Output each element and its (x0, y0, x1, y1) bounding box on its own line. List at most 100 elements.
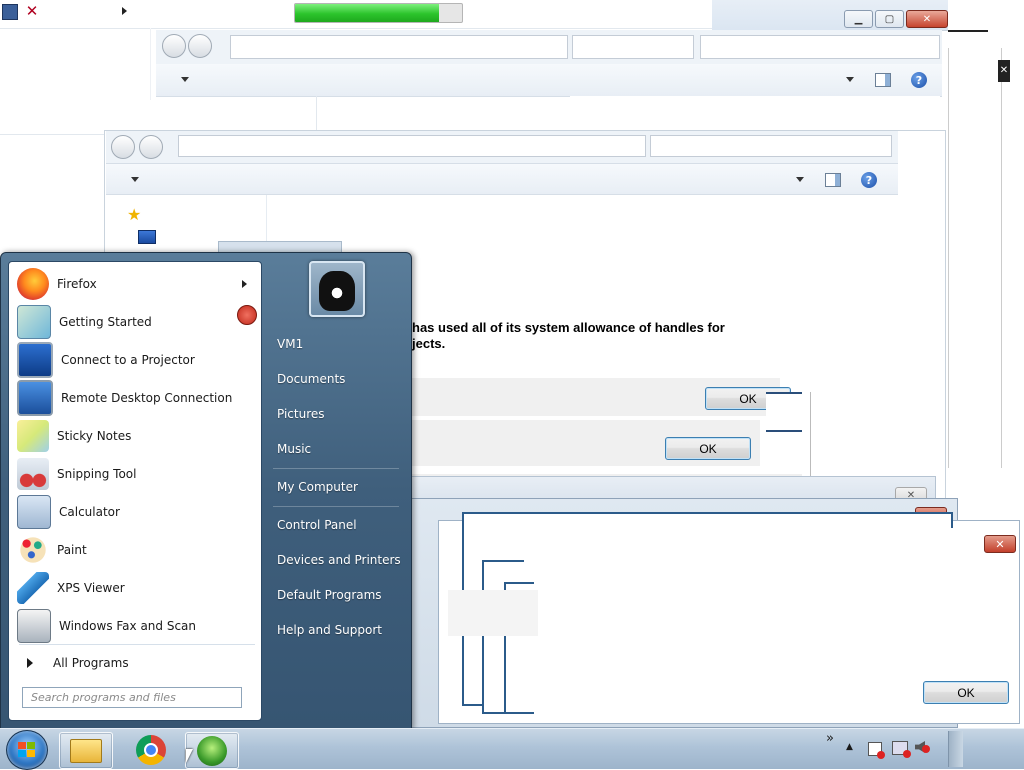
close-button[interactable]: ✕ (984, 535, 1016, 553)
back-nav-button[interactable] (111, 135, 135, 159)
error-message-line2: jects. (412, 336, 446, 351)
command-bar-back (156, 64, 942, 97)
favorites-star-icon[interactable]: ★ (127, 205, 141, 224)
address-bar-extra[interactable] (572, 35, 694, 59)
right-item-help-support[interactable]: Help and Support (269, 615, 401, 645)
fax-scan-icon (17, 609, 51, 643)
views-dropdown-arrow[interactable] (846, 77, 854, 82)
tri-right-icon (122, 7, 127, 15)
right-fragment (948, 30, 988, 32)
maximize-button[interactable]: ▢ (875, 10, 904, 28)
views-dropdown-arrow[interactable] (796, 177, 804, 182)
program-item-remote-desktop[interactable]: Remote Desktop Connection (13, 380, 257, 416)
program-label: Calculator (59, 505, 120, 519)
search-box-explorer[interactable] (700, 35, 940, 59)
address-bar[interactable] (230, 35, 568, 59)
start-search-input[interactable]: Search programs and files (22, 687, 242, 708)
taskbar-chrome-button[interactable] (125, 732, 177, 767)
program-item-sticky-notes[interactable]: Sticky Notes (13, 418, 257, 454)
program-label: XPS Viewer (57, 581, 125, 595)
right-fragment-2 (948, 48, 1002, 468)
program-label: Firefox (57, 277, 97, 291)
submenu-arrow-icon[interactable] (242, 280, 247, 288)
program-item-xps-viewer[interactable]: XPS Viewer (13, 570, 257, 606)
program-item-projector[interactable]: Connect to a Projector (13, 342, 257, 378)
back-nav-button[interactable] (162, 34, 186, 58)
program-label: Sticky Notes (57, 429, 132, 443)
programs-panel: Firefox Getting Started Connect to a Pro… (8, 261, 262, 721)
program-label: Windows Fax and Scan (59, 619, 197, 633)
windows-logo-icon (18, 750, 26, 757)
desktop-icon[interactable] (138, 230, 156, 244)
volume-muted-icon (922, 745, 930, 753)
help-icon[interactable]: ? (911, 72, 927, 88)
xps-viewer-icon (17, 572, 49, 604)
program-item-snipping-tool[interactable]: Snipping Tool (13, 456, 257, 492)
organize-dropdown-arrow[interactable] (131, 177, 139, 182)
taskbar-windows-button[interactable] (185, 732, 239, 769)
program-item-calculator[interactable]: Calculator (13, 494, 257, 530)
right-item-devices-printers[interactable]: Devices and Printers (269, 545, 401, 575)
tri-right-icon (27, 658, 33, 668)
program-item-fax-scan[interactable]: Windows Fax and Scan (13, 608, 257, 644)
program-label: Getting Started (59, 315, 152, 329)
program-item-getting-started[interactable]: Getting Started (13, 304, 257, 340)
taskbar-explorer-button[interactable] (59, 732, 113, 769)
program-item-paint[interactable]: Paint (13, 532, 257, 568)
close-x-icon[interactable]: ✕ (23, 2, 41, 20)
right-item-control-panel[interactable]: Control Panel (269, 510, 401, 540)
right-item-documents[interactable]: Documents (269, 364, 401, 394)
minimize-button[interactable]: ▁ (844, 10, 873, 28)
user-avatar[interactable] (309, 261, 365, 317)
program-item-firefox[interactable]: Firefox (13, 266, 257, 302)
preview-pane-icon[interactable] (875, 73, 891, 87)
ok-button[interactable]: OK (665, 437, 751, 460)
organize-dropdown-arrow[interactable] (181, 77, 189, 82)
forward-nav-button[interactable] (188, 34, 212, 58)
tray-overflow-icon[interactable]: » (826, 731, 834, 746)
right-item-user[interactable]: VM1 (269, 329, 401, 359)
action-center-icon[interactable] (868, 742, 885, 759)
dog-picture (319, 271, 355, 311)
command-bar-front (106, 164, 898, 195)
forward-nav-button[interactable] (139, 135, 163, 159)
error-message-line1: has used all of its system allowance of … (412, 320, 725, 335)
taskbar: » ▲ (0, 728, 1024, 770)
programs-separator (19, 644, 255, 645)
right-item-pictures[interactable]: Pictures (269, 399, 401, 429)
show-desktop-button[interactable] (948, 731, 963, 767)
sticky-notes-icon (17, 420, 49, 452)
right-separator (273, 468, 399, 469)
preview-pane-icon[interactable] (825, 173, 841, 187)
network-icon[interactable] (892, 741, 911, 758)
program-label: Snipping Tool (57, 467, 137, 481)
start-menu: Firefox Getting Started Connect to a Pro… (0, 252, 412, 730)
show-hidden-icons-button[interactable]: ▲ (846, 742, 853, 752)
start-button[interactable] (6, 730, 48, 770)
dialog-frame-edge (802, 392, 811, 476)
blocked-icon (237, 305, 257, 325)
snipping-tool-icon (17, 458, 49, 490)
program-label: Remote Desktop Connection (61, 391, 233, 405)
ok-button[interactable]: OK (923, 681, 1009, 704)
address-bar[interactable] (178, 135, 646, 157)
close-button[interactable]: ✕ (906, 10, 948, 28)
right-item-music[interactable]: Music (269, 434, 401, 464)
chrome-icon (136, 734, 166, 765)
right-separator (273, 506, 399, 507)
remote-desktop-icon (17, 380, 53, 416)
search-box-explorer[interactable] (650, 135, 892, 157)
close-icon[interactable]: ✕ (998, 60, 1010, 82)
help-icon[interactable]: ? (861, 172, 877, 188)
projector-icon (17, 342, 53, 378)
stacked-dialog-content (534, 528, 954, 722)
window-icon[interactable] (2, 4, 18, 20)
firefox-icon (17, 268, 49, 300)
paint-icon (17, 534, 49, 566)
right-item-my-computer[interactable]: My Computer (269, 472, 401, 502)
right-item-default-programs[interactable]: Default Programs (269, 580, 401, 610)
all-programs-button[interactable]: All Programs (19, 652, 249, 674)
program-label: Paint (57, 543, 87, 557)
all-programs-label: All Programs (53, 656, 129, 670)
windows-logo-icon (27, 742, 35, 749)
